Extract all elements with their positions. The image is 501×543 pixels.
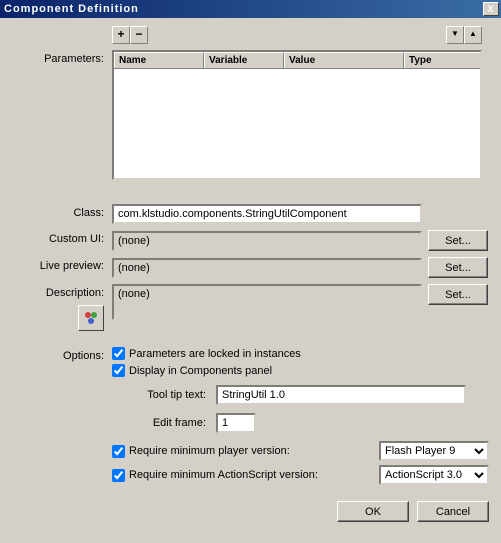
- class-label: Class:: [12, 204, 112, 219]
- edit-frame-input[interactable]: [216, 413, 256, 433]
- live-preview-field: (none): [112, 258, 422, 278]
- options-label: Options:: [12, 347, 112, 362]
- move-down-button[interactable]: ▼: [446, 26, 464, 44]
- col-value[interactable]: Value: [284, 52, 404, 68]
- tooltip-input[interactable]: [216, 385, 466, 405]
- col-type[interactable]: Type: [404, 52, 480, 68]
- locked-label: Parameters are locked in instances: [129, 348, 301, 360]
- description-set-button[interactable]: Set...: [428, 284, 488, 305]
- cancel-button[interactable]: Cancel: [417, 501, 489, 522]
- ok-button[interactable]: OK: [337, 501, 409, 522]
- req-as-label: Require minimum ActionScript version:: [129, 469, 318, 481]
- display-panel-label: Display in Components panel: [129, 365, 272, 377]
- class-input[interactable]: [112, 204, 422, 224]
- live-preview-label: Live preview:: [12, 257, 112, 272]
- description-icon-button[interactable]: [78, 305, 104, 331]
- col-variable[interactable]: Variable: [204, 52, 284, 68]
- req-player-label: Require minimum player version:: [129, 445, 290, 457]
- col-name[interactable]: Name: [114, 52, 204, 68]
- as-select[interactable]: ActionScript 3.0: [379, 465, 489, 485]
- window-title: Component Definition: [4, 3, 139, 15]
- move-up-button[interactable]: ▲: [464, 26, 482, 44]
- table-header: Name Variable Value Type: [114, 52, 480, 69]
- remove-param-button[interactable]: −: [130, 26, 148, 44]
- parameters-label: Parameters:: [12, 50, 112, 65]
- locked-checkbox[interactable]: [112, 347, 125, 360]
- component-icon: [83, 310, 99, 326]
- edit-frame-label: Edit frame:: [132, 417, 212, 429]
- req-player-checkbox[interactable]: [112, 445, 125, 458]
- close-button[interactable]: X: [483, 2, 499, 16]
- req-as-checkbox[interactable]: [112, 469, 125, 482]
- custom-ui-field: (none): [112, 231, 422, 251]
- player-select[interactable]: Flash Player 9: [379, 441, 489, 461]
- add-param-button[interactable]: +: [112, 26, 130, 44]
- description-field: (none): [112, 284, 422, 320]
- custom-ui-label: Custom UI:: [12, 230, 112, 245]
- parameters-table[interactable]: Name Variable Value Type: [112, 50, 482, 180]
- display-panel-checkbox[interactable]: [112, 364, 125, 377]
- custom-ui-set-button[interactable]: Set...: [428, 230, 488, 251]
- description-label: Description:: [46, 287, 104, 299]
- tooltip-label: Tool tip text:: [132, 389, 212, 401]
- titlebar: Component Definition X: [0, 0, 501, 18]
- live-preview-set-button[interactable]: Set...: [428, 257, 488, 278]
- dialog-content: + − ▼ ▲ Parameters: Name Variable Value …: [0, 18, 501, 534]
